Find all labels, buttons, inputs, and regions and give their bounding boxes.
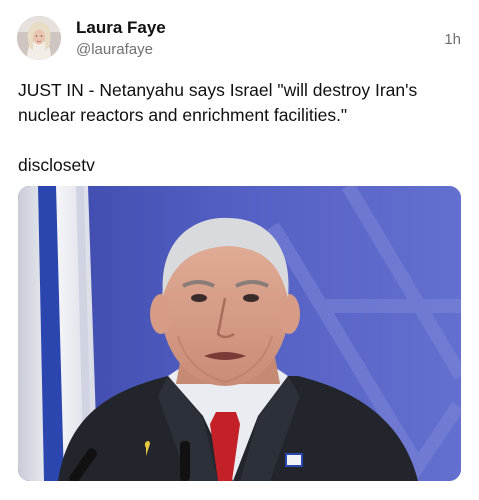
author-handle[interactable]: @laurafaye <box>76 41 153 58</box>
author-name[interactable]: Laura Faye <box>76 18 166 38</box>
post-source-tag[interactable]: disclosetv <box>18 153 463 178</box>
author-avatar[interactable] <box>17 16 61 60</box>
post-body: JUST IN - Netanyahu says Israel "will de… <box>18 78 463 178</box>
post-timestamp[interactable]: 1h <box>444 31 461 48</box>
post-card[interactable]: Laura Faye @laurafaye 1h JUST IN - Netan… <box>0 0 479 500</box>
post-text: JUST IN - Netanyahu says Israel "will de… <box>18 80 418 125</box>
photo-netanyahu-press <box>18 186 461 481</box>
avatar-image-icon <box>17 16 61 60</box>
post-media-image[interactable] <box>18 186 461 481</box>
